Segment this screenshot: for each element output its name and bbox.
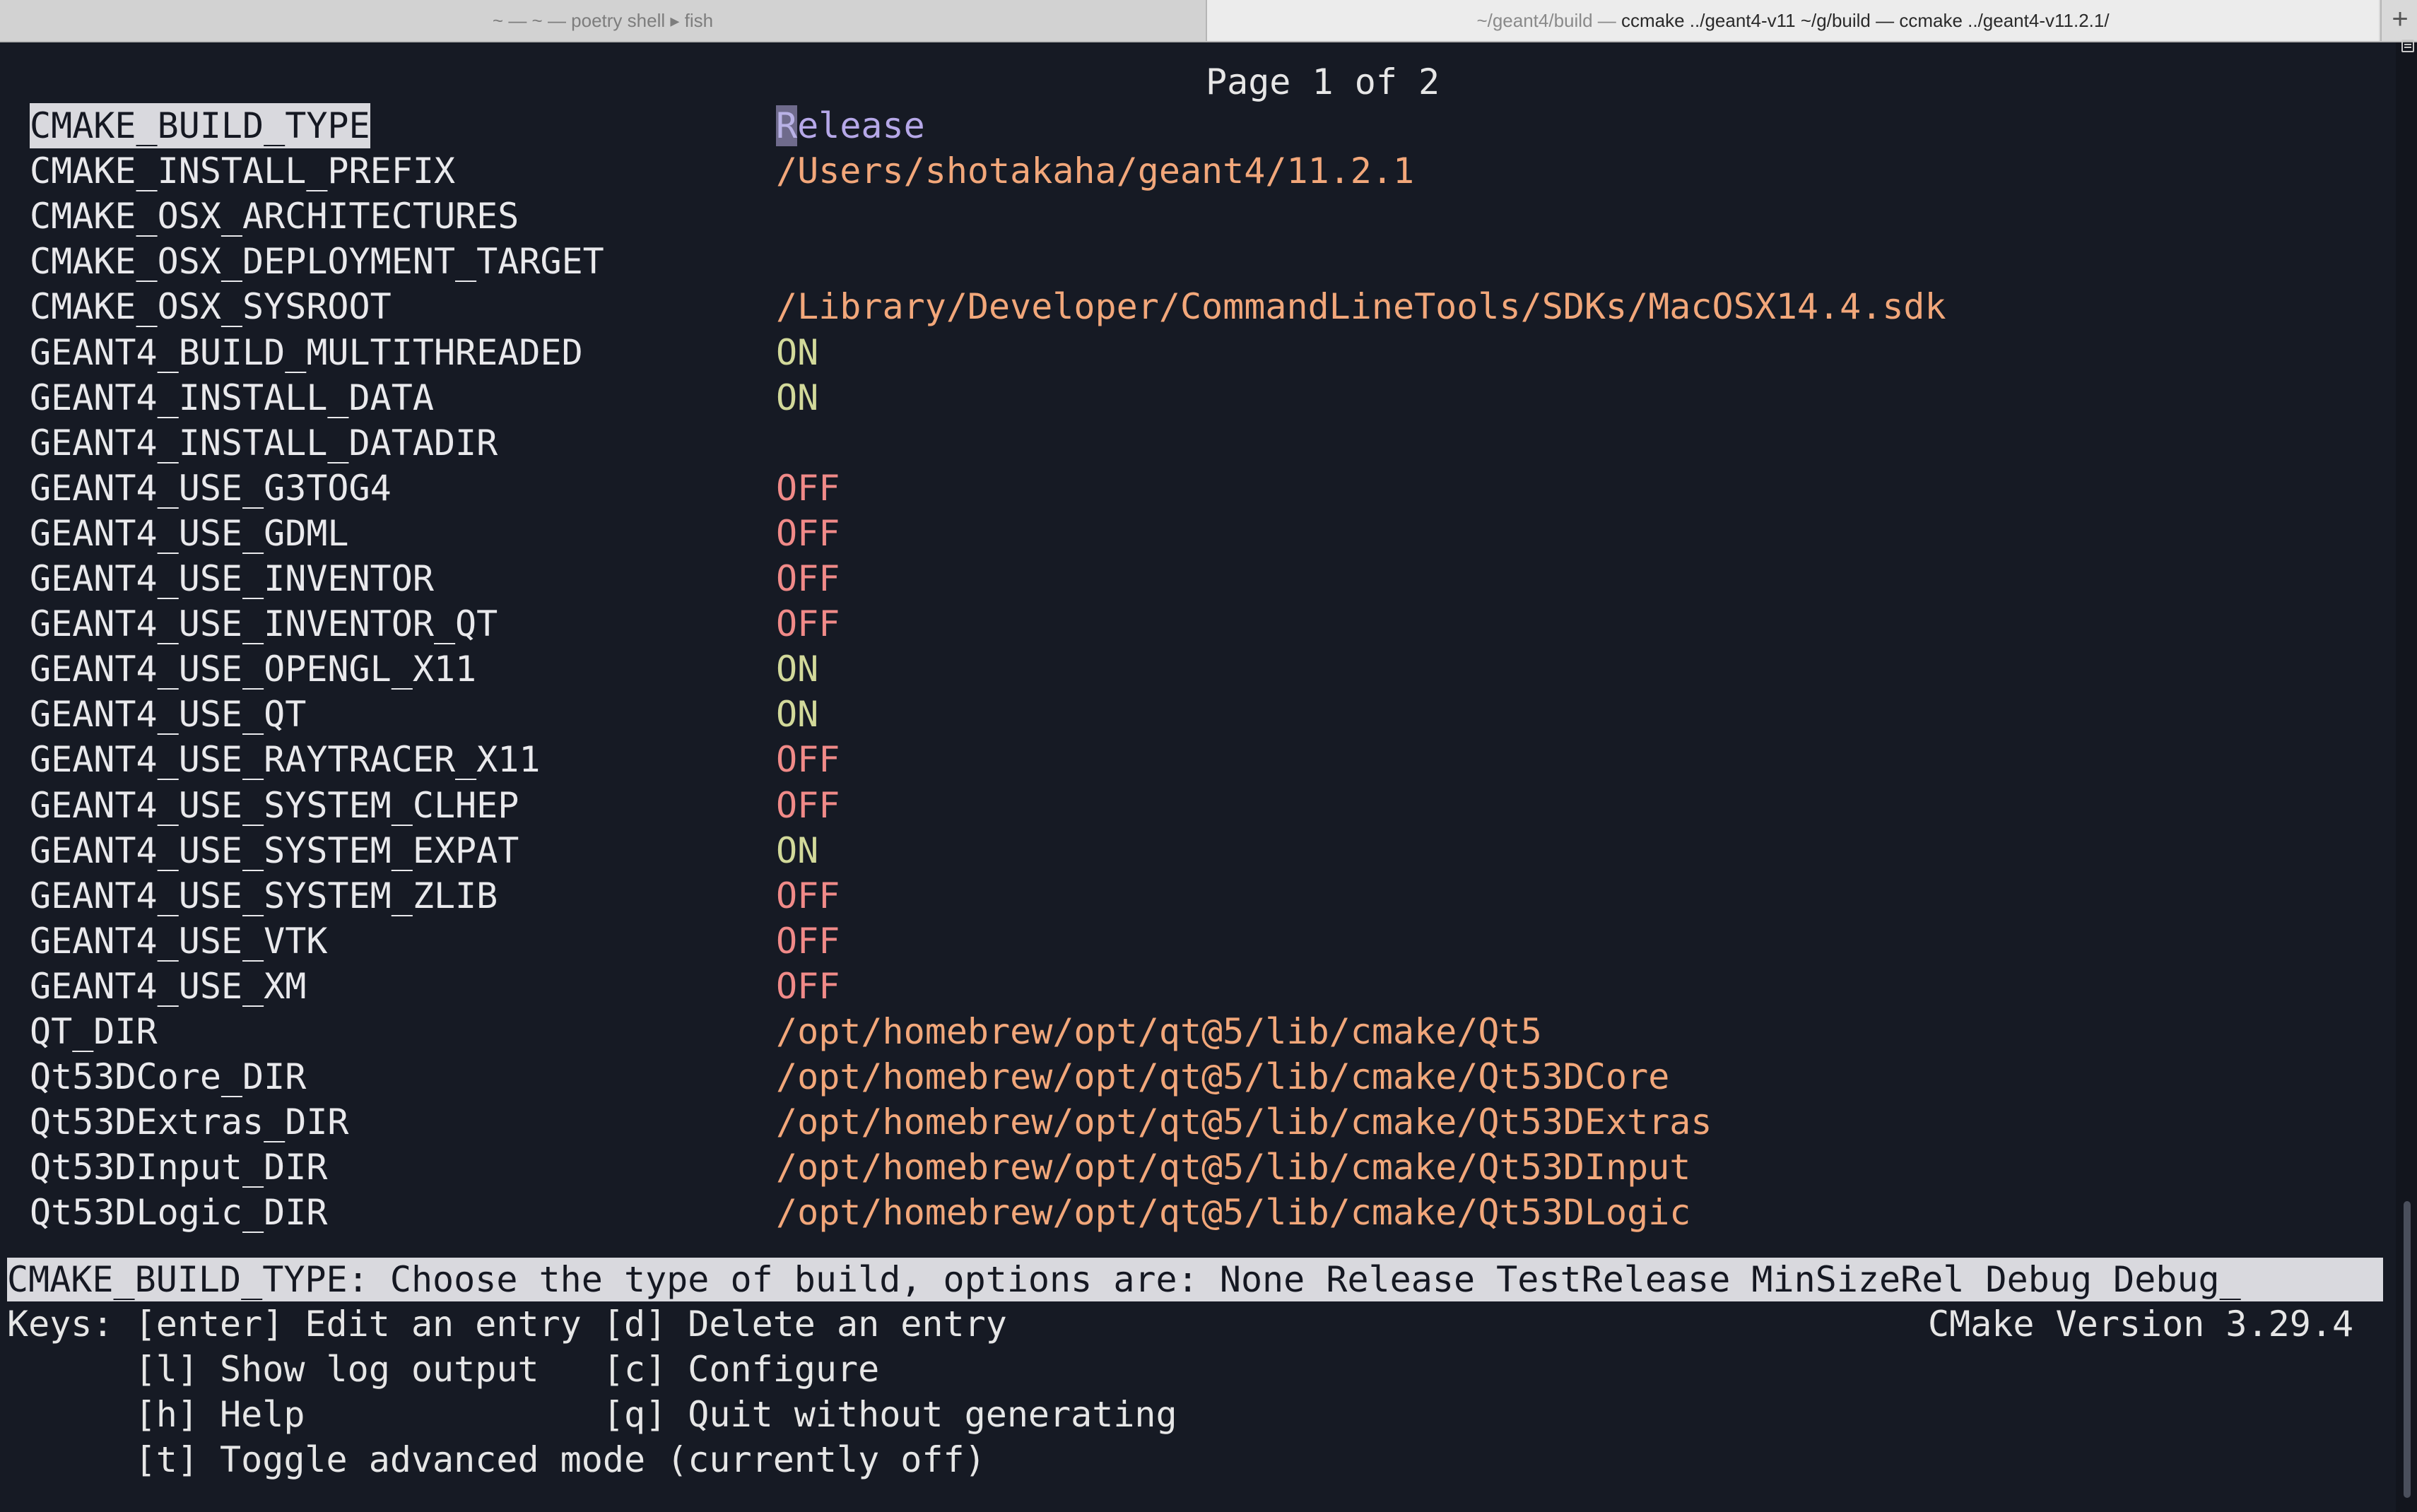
entry-value[interactable]: OFF xyxy=(776,783,840,828)
entry-value[interactable]: OFF xyxy=(776,511,840,556)
cache-entry-row[interactable]: CMAKE_INSTALL_PREFIX/Users/shotakaha/gea… xyxy=(0,148,2389,194)
tab-label: ~ — ~ — poetry shell ▸ fish xyxy=(492,10,714,31)
keys-line-2: [l] Show log output [c] Configure xyxy=(7,1349,880,1390)
terminal-content[interactable]: Page 1 of 2 CMAKE_BUILD_TYPE Release CMAKE… xyxy=(0,42,2396,1512)
entry-name: GEANT4_USE_QT xyxy=(30,694,307,736)
entry-name: GEANT4_USE_GDML xyxy=(30,512,349,554)
entry-name: GEANT4_USE_INVENTOR xyxy=(30,558,434,599)
entry-value[interactable]: OFF xyxy=(776,466,840,511)
entry-name: CMAKE_OSX_ARCHITECTURES xyxy=(30,196,519,237)
entry-name: CMAKE_OSX_SYSROOT xyxy=(30,286,392,328)
terminal-window: ~ — ~ — poetry shell ▸ fish ~/geant4/bui… xyxy=(0,0,2417,1512)
entry-name: GEANT4_USE_SYSTEM_EXPAT xyxy=(30,829,519,871)
tab-path-prefix: ~/geant4/build — xyxy=(1476,10,1621,31)
entry-name: GEANT4_USE_G3TOG4 xyxy=(30,467,392,509)
entry-name: GEANT4_USE_SYSTEM_CLHEP xyxy=(30,784,519,826)
new-tab-button[interactable]: + xyxy=(2380,0,2417,41)
cache-entry-row[interactable]: QT_DIR/opt/homebrew/opt/qt@5/lib/cmake/Q… xyxy=(0,1009,2389,1054)
entry-name: GEANT4_BUILD_MULTITHREADED xyxy=(30,331,583,373)
cache-entry-row[interactable]: GEANT4_USE_OPENGL_X11 ON xyxy=(0,646,2389,692)
entry-value[interactable]: ON xyxy=(776,828,818,873)
cache-entry-row[interactable]: CMAKE_OSX_DEPLOYMENT_TARGET xyxy=(0,239,2389,284)
entry-value[interactable]: OFF xyxy=(776,919,840,964)
cache-entry-row[interactable]: CMAKE_BUILD_TYPE Release xyxy=(0,103,2389,148)
entry-name: GEANT4_INSTALL_DATADIR xyxy=(30,422,498,463)
plus-icon: + xyxy=(2392,4,2409,35)
cache-entry-row[interactable]: Qt53DInput_DIR/opt/homebrew/opt/qt@5/lib… xyxy=(0,1145,2389,1190)
entry-name: CMAKE_INSTALL_PREFIX xyxy=(30,150,456,192)
entry-name: Qt53DCore_DIR xyxy=(30,1056,307,1098)
cache-entry-row[interactable]: Qt53DExtras_DIR/opt/homebrew/opt/qt@5/li… xyxy=(0,1099,2389,1145)
entry-value[interactable]: Release xyxy=(776,103,925,148)
cache-entry-row[interactable]: GEANT4_USE_G3TOG4 OFF xyxy=(0,466,2389,511)
entry-value[interactable]: /Library/Developer/CommandLineTools/SDKs… xyxy=(776,284,1946,329)
entry-value[interactable]: ON xyxy=(776,375,818,420)
scrollbar-thumb[interactable] xyxy=(2404,1201,2411,1498)
entry-value[interactable]: /opt/homebrew/opt/qt@5/lib/cmake/Qt53DIn… xyxy=(776,1145,1690,1190)
entry-name: Qt53DLogic_DIR xyxy=(30,1192,328,1234)
cache-entry-row[interactable]: CMAKE_OSX_ARCHITECTURES xyxy=(0,194,2389,239)
entry-name: GEANT4_INSTALL_DATA xyxy=(30,377,434,418)
entry-value[interactable]: ON xyxy=(776,330,818,375)
cache-entry-row[interactable]: GEANT4_USE_SYSTEM_CLHEP OFF xyxy=(0,783,2389,828)
entry-help-bar: CMAKE_BUILD_TYPE: Choose the type of bui… xyxy=(7,1258,2383,1301)
entry-name: GEANT4_USE_OPENGL_X11 xyxy=(30,649,477,690)
cmake-version: CMake Version 3.29.4 xyxy=(1928,1304,2354,1345)
cache-entry-row[interactable]: GEANT4_USE_INVENTOR_QT OFF xyxy=(0,601,2389,646)
tab-poetry-shell[interactable]: ~ — ~ — poetry shell ▸ fish xyxy=(0,0,1207,41)
cache-entry-row[interactable]: GEANT4_INSTALL_DATA ON xyxy=(0,375,2389,420)
entry-value[interactable]: ON xyxy=(776,646,818,692)
cache-entry-row[interactable]: CMAKE_OSX_SYSROOT/Library/Developer/Comm… xyxy=(0,284,2389,329)
entry-value[interactable]: /opt/homebrew/opt/qt@5/lib/cmake/Qt5 xyxy=(776,1009,1542,1054)
tab-label: ccmake ../geant4-v11 ~/g/build — ccmake … xyxy=(1621,10,2110,31)
page-indicator: Page 1 of 2 xyxy=(1206,61,1440,102)
entry-name: Qt53DInput_DIR xyxy=(30,1147,328,1188)
entry-name: GEANT4_USE_XM xyxy=(30,965,307,1007)
entry-value[interactable]: ON xyxy=(776,692,818,737)
entry-value[interactable]: /opt/homebrew/opt/qt@5/lib/cmake/Qt53DCo… xyxy=(776,1054,1669,1099)
cache-entry-row[interactable]: Qt53DCore_DIR/opt/homebrew/opt/qt@5/lib/… xyxy=(0,1054,2389,1099)
cache-entry-row[interactable]: GEANT4_BUILD_MULTITHREADED ON xyxy=(0,330,2389,375)
scroll-menu-icon[interactable] xyxy=(2401,40,2414,52)
entry-value[interactable]: OFF xyxy=(776,873,840,919)
cache-entry-row[interactable]: GEANT4_USE_VTK OFF xyxy=(0,919,2389,964)
entry-name: Qt53DExtras_DIR xyxy=(30,1101,349,1143)
entry-name: GEANT4_USE_VTK xyxy=(30,920,328,962)
keys-line-1: Keys: [enter] Edit an entry [d] Delete a… xyxy=(7,1304,1007,1345)
entry-value[interactable]: /Users/shotakaha/geant4/11.2.1 xyxy=(776,148,1414,194)
cache-entry-row[interactable]: GEANT4_USE_SYSTEM_ZLIB OFF xyxy=(0,873,2389,919)
entry-name: CMAKE_BUILD_TYPE xyxy=(30,103,370,148)
cache-entry-row[interactable]: GEANT4_INSTALL_DATADIR xyxy=(0,420,2389,466)
entry-name: CMAKE_OSX_DEPLOYMENT_TARGET xyxy=(30,241,604,283)
entry-name: GEANT4_USE_SYSTEM_ZLIB xyxy=(30,875,498,916)
entry-name: QT_DIR xyxy=(30,1011,158,1052)
entry-value-text: elease xyxy=(797,105,925,146)
text-cursor: R xyxy=(776,105,798,146)
tab-bar: ~ — ~ — poetry shell ▸ fish ~/geant4/bui… xyxy=(0,0,2417,42)
entry-value[interactable]: /opt/homebrew/opt/qt@5/lib/cmake/Qt53DEx… xyxy=(776,1099,1712,1145)
cache-entry-row[interactable]: GEANT4_USE_SYSTEM_EXPAT ON xyxy=(0,828,2389,873)
cache-entry-row[interactable]: GEANT4_USE_GDML OFF xyxy=(0,511,2389,556)
cache-entry-row[interactable]: GEANT4_USE_QT ON xyxy=(0,692,2389,737)
keys-line-4: [t] Toggle advanced mode (currently off) xyxy=(7,1439,986,1480)
cache-entry-row[interactable]: GEANT4_USE_INVENTOR OFF xyxy=(0,556,2389,601)
entry-value[interactable]: OFF xyxy=(776,964,840,1009)
cache-entry-row[interactable]: Qt53DLogic_DIR/opt/homebrew/opt/qt@5/lib… xyxy=(0,1190,2389,1235)
entry-name: GEANT4_USE_RAYTRACER_X11 xyxy=(30,739,541,781)
entry-value[interactable]: /opt/homebrew/opt/qt@5/lib/cmake/Qt53DLo… xyxy=(776,1190,1690,1235)
entry-value[interactable]: OFF xyxy=(776,737,840,782)
entry-name: GEANT4_USE_INVENTOR_QT xyxy=(30,603,498,645)
cache-entry-row[interactable]: GEANT4_USE_RAYTRACER_X11 OFF xyxy=(0,737,2389,782)
keys-line-3: [h] Help [q] Quit without generating xyxy=(7,1394,1177,1435)
cache-entry-row[interactable]: GEANT4_USE_XM OFF xyxy=(0,964,2389,1009)
tab-ccmake[interactable]: ~/geant4/build — ccmake ../geant4-v11 ~/… xyxy=(1207,0,2379,41)
entry-value[interactable]: OFF xyxy=(776,601,840,646)
entry-value[interactable]: OFF xyxy=(776,556,840,601)
